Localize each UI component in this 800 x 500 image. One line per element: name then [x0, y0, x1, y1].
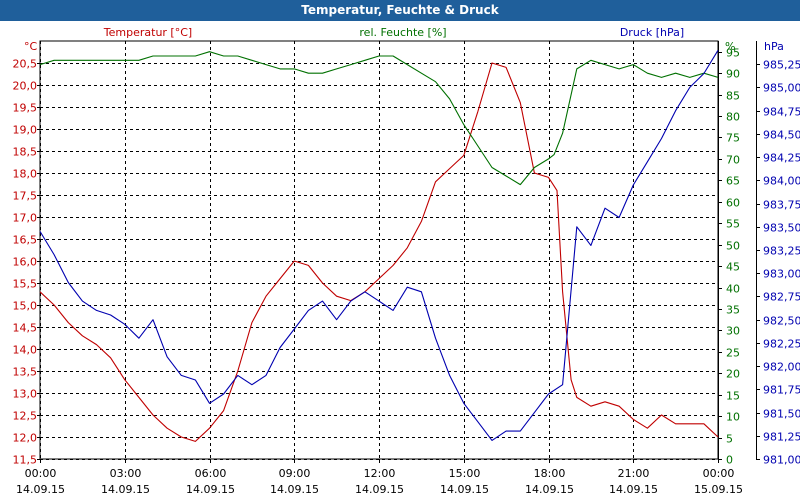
right-tick-label: 984,75 — [763, 106, 800, 119]
right-tick-label: 983,50 — [763, 222, 800, 235]
left-tick-label: 12,5 — [13, 410, 38, 423]
right-tick-label: 981,75 — [763, 384, 800, 397]
right-tick-label: 983,75 — [763, 199, 800, 212]
x-tick-date: 14.09.15 — [609, 483, 658, 496]
left-tick-label: 17,0 — [13, 212, 38, 225]
middle-tick-label: 15 — [726, 390, 740, 403]
left-tick-label: 17,5 — [13, 190, 38, 203]
x-tick-date: 14.09.15 — [525, 483, 574, 496]
middle-tick-label: 0 — [726, 454, 733, 467]
left-tick-label: 14,5 — [13, 322, 38, 335]
pressure-series-label: Druck [hPa] — [620, 26, 684, 39]
right-tick-label: 982,50 — [763, 315, 800, 328]
middle-tick-label: 70 — [726, 154, 740, 167]
right-tick-label: 984,00 — [763, 175, 800, 188]
humidity-series-label: rel. Feuchte [%] — [359, 26, 446, 39]
left-tick-label: 16,0 — [13, 256, 38, 269]
right-tick-label: 984,50 — [763, 129, 800, 142]
left-tick-label: 19,0 — [13, 124, 38, 137]
right-tick-label: 985,00 — [763, 82, 800, 95]
middle-tick-label: 50 — [726, 240, 740, 253]
left-tick-label: 15,0 — [13, 300, 38, 313]
left-tick-label: 19,5 — [13, 102, 38, 115]
x-tick-time: 00:00 — [703, 467, 735, 480]
axes — [37, 40, 760, 463]
x-tick-time: 12:00 — [364, 467, 396, 480]
middle-tick-label: 80 — [726, 111, 740, 124]
x-tick-time: 21:00 — [618, 467, 650, 480]
right-tick-label: 982,75 — [763, 291, 800, 304]
x-tick-date: 14.09.15 — [16, 483, 65, 496]
right-tick-label: 981,25 — [763, 431, 800, 444]
x-tick-time: 15:00 — [449, 467, 481, 480]
x-tick-time: 03:00 — [110, 467, 142, 480]
left-tick-label: 20,0 — [13, 80, 38, 93]
grid — [40, 41, 719, 460]
x-tick-time: 00:00 — [25, 467, 57, 480]
middle-tick-label: 10 — [726, 411, 740, 424]
middle-tick-label: 45 — [726, 261, 740, 274]
middle-tick-label: 85 — [726, 90, 740, 103]
x-tick-date: 14.09.15 — [355, 483, 404, 496]
middle-tick-label: 25 — [726, 347, 740, 360]
temperature-series-label: Temperatur [°C] — [103, 26, 192, 39]
right-tick-label: 982,00 — [763, 361, 800, 374]
left-tick-label: 18,5 — [13, 146, 38, 159]
right-tick-label: 982,25 — [763, 338, 800, 351]
middle-tick-label: 30 — [726, 325, 740, 338]
left-unit: °C — [24, 40, 38, 53]
left-tick-label: 11,5 — [13, 454, 38, 467]
left-tick-label: 12,0 — [13, 432, 38, 445]
left-tick-label: 13,0 — [13, 388, 38, 401]
middle-tick-label: 90 — [726, 68, 740, 81]
x-tick-date: 14.09.15 — [270, 483, 319, 496]
right-tick-label: 981,50 — [763, 408, 800, 421]
right-tick-label: 985,25 — [763, 59, 800, 72]
middle-tick-label: 55 — [726, 218, 740, 231]
left-tick-label: 14,0 — [13, 344, 38, 357]
x-tick-date: 15.09.15 — [694, 483, 743, 496]
x-tick-date: 14.09.15 — [440, 483, 489, 496]
x-tick-date: 14.09.15 — [186, 483, 235, 496]
left-tick-label: 20,5 — [13, 58, 38, 71]
right-tick-label: 983,25 — [763, 245, 800, 258]
middle-tick-label: 60 — [726, 197, 740, 210]
right-tick-label: 981,00 — [763, 454, 800, 467]
middle-tick-label: 75 — [726, 132, 740, 145]
x-tick-time: 09:00 — [279, 467, 311, 480]
left-tick-label: 15,5 — [13, 278, 38, 291]
right-unit: hPa — [764, 40, 784, 53]
left-tick-label: 18,0 — [13, 168, 38, 181]
left-tick-label: 16,5 — [13, 234, 38, 247]
middle-tick-label: 20 — [726, 368, 740, 381]
x-tick-date: 14.09.15 — [101, 483, 150, 496]
middle-unit: % — [725, 40, 735, 53]
middle-tick-label: 35 — [726, 304, 740, 317]
middle-tick-label: 40 — [726, 283, 740, 296]
middle-tick-label: 65 — [726, 175, 740, 188]
chart-window: Temperatur, Feuchte & Druck 11,5 12,0 12,5… — [0, 0, 800, 500]
x-tick-time: 06:00 — [195, 467, 227, 480]
x-tick-time: 18:00 — [534, 467, 566, 480]
right-tick-label: 984,25 — [763, 152, 800, 165]
middle-tick-label: 5 — [726, 433, 733, 446]
right-tick-label: 983,00 — [763, 268, 800, 281]
left-tick-label: 13,5 — [13, 366, 38, 379]
chart-canvas: 11,5 12,0 12,5 13,0 13,5 14,0 14,5 15,0 15,5 16,0… — [13, 26, 800, 496]
